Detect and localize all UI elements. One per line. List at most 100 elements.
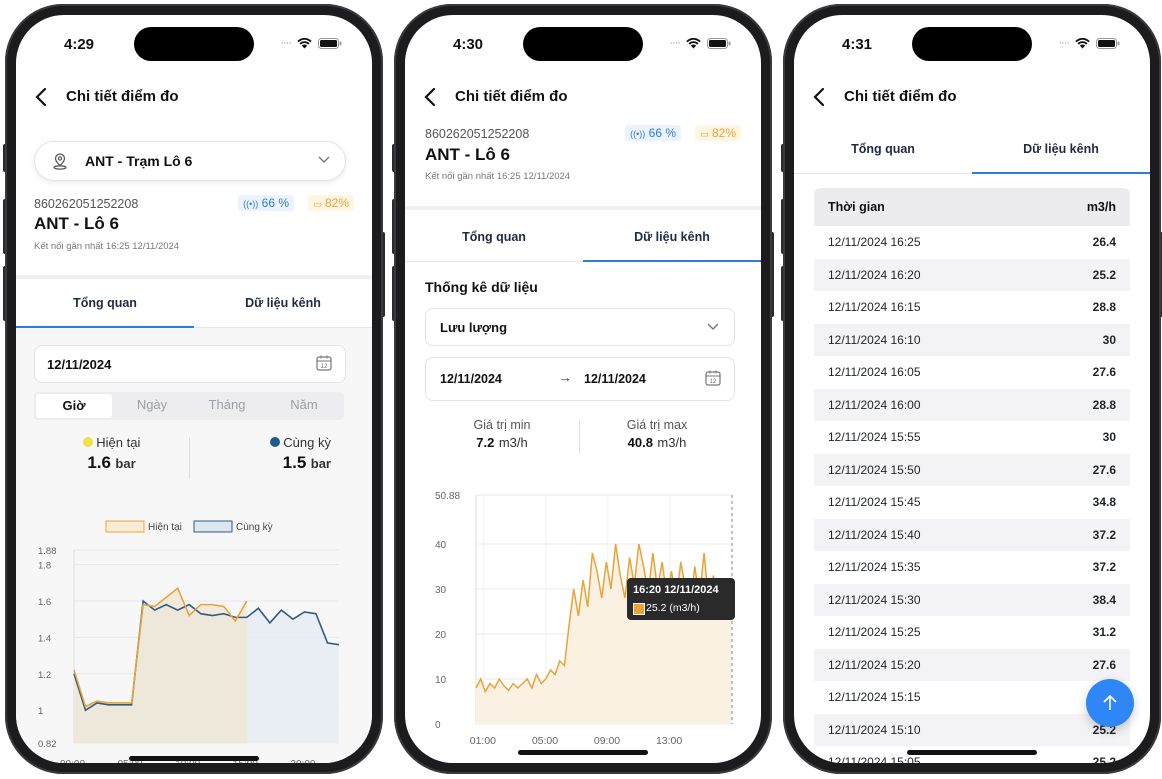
series-area-current xyxy=(74,588,247,743)
row-time: 12/11/2024 15:35 xyxy=(828,560,921,574)
period-hour[interactable]: Giờ xyxy=(36,394,112,418)
current-dot-icon xyxy=(82,437,93,447)
row-time: 12/11/2024 15:05 xyxy=(828,755,921,763)
battery-icon xyxy=(1096,37,1120,49)
table-row: 12/11/2024 16:10 30 xyxy=(814,323,1130,356)
wifi-icon xyxy=(1075,37,1090,48)
tick-label: 01:00 xyxy=(470,735,496,745)
tick-label: 09:00 xyxy=(594,735,620,745)
max-stat: Giá trị max 40.8 m3/h xyxy=(626,418,688,450)
svg-text:12: 12 xyxy=(710,379,717,385)
tab-channel-data[interactable]: Dữ liệu kênh xyxy=(583,213,761,262)
scroll-to-top-button[interactable] xyxy=(1086,679,1134,727)
date-from: 12/11/2024 xyxy=(440,372,502,386)
row-time: 12/11/2024 15:45 xyxy=(828,495,921,509)
back-arrow-icon[interactable] xyxy=(423,87,437,107)
prev-dot-icon xyxy=(269,437,280,447)
legend-swatch-prev xyxy=(193,520,233,533)
location-pin-icon xyxy=(53,153,67,170)
tab-bar: Tổng quan Dữ liệu kênh xyxy=(405,213,761,262)
back-arrow-icon[interactable] xyxy=(812,87,826,107)
table-row: 12/11/2024 15:25 31.2 xyxy=(814,616,1130,649)
section-title: Thống kê dữ liệu xyxy=(425,279,538,295)
clock: 4:29 xyxy=(64,36,95,53)
metric-value: Lưu lượng xyxy=(440,320,508,335)
table-row: 12/11/2024 16:25 26.4 xyxy=(814,226,1130,259)
device-info: 860262051252208 ((•)) 66 % ▭ 82% ANT - L… xyxy=(34,195,354,267)
tab-bar: Tổng quan Dữ liệu kênh xyxy=(16,279,372,328)
table-row: 12/11/2024 15:35 37.2 xyxy=(814,551,1130,584)
period-month[interactable]: Tháng xyxy=(189,397,265,412)
period-day[interactable]: Ngày xyxy=(114,397,190,412)
row-time: 12/11/2024 16:15 xyxy=(828,300,921,314)
row-time: 12/11/2024 15:40 xyxy=(828,527,921,542)
tick-label: 1.2 xyxy=(38,670,51,681)
signal-strength-icon: ((•)) xyxy=(243,199,259,209)
tick-label: 1.4 xyxy=(38,633,51,644)
signal-icon: ···· xyxy=(1058,37,1070,49)
tab-channel-data[interactable]: Dữ liệu kênh xyxy=(972,125,1150,174)
phone-channel-table: 4:31 ···· Chi tiết điểm đo Tổng quan Dữ … xyxy=(781,4,1162,774)
row-time: 12/11/2024 15:20 xyxy=(828,657,921,672)
phone-channel-chart: 4:30 ···· Chi tiết điểm đo 8602620512522… xyxy=(392,4,774,774)
page-title: Chi tiết điểm đo xyxy=(66,88,179,105)
period-year[interactable]: Năm xyxy=(266,397,342,412)
nav-bar: Chi tiết điểm đo xyxy=(16,77,372,117)
row-value: 38.4 xyxy=(1092,592,1116,607)
legend-swatch-current xyxy=(105,520,145,533)
battery-icon xyxy=(318,37,342,49)
row-time: 12/11/2024 15:50 xyxy=(828,462,921,477)
back-arrow-icon[interactable] xyxy=(34,87,48,107)
tab-overview[interactable]: Tổng quan xyxy=(16,279,194,328)
table-row: 12/11/2024 15:55 30 xyxy=(814,421,1130,454)
date-to: 12/11/2024 xyxy=(584,372,646,386)
battery-level-icon: ▭ xyxy=(313,199,322,209)
table-row: 12/11/2024 15:20 27.6 xyxy=(814,648,1130,681)
tab-overview[interactable]: Tổng quan xyxy=(794,125,972,173)
calendar-icon: 12 xyxy=(705,370,721,386)
tick-label: 20:00 xyxy=(290,759,315,763)
pressure-chart: Hiện tại Cùng kỳ 1.88 1.8 1.6 1.4 1.2 1 0.82 00:0… xyxy=(38,520,340,763)
tab-overview[interactable]: Tổng quan xyxy=(405,213,583,261)
row-value: 31.2 xyxy=(1092,625,1116,639)
device-name: ANT - Lô 6 xyxy=(34,214,119,233)
date-range-picker[interactable]: 12/11/2024 → 12/11/2024 12 xyxy=(425,357,735,401)
row-time: 12/11/2024 15:25 xyxy=(828,625,921,639)
min-stat: Giá trị min 7.2 m3/h xyxy=(473,418,531,450)
table-row: 12/11/2024 15:30 38.4 xyxy=(814,583,1130,616)
row-value: 27.6 xyxy=(1092,657,1116,672)
row-value: 28.8 xyxy=(1092,397,1116,412)
wifi-icon xyxy=(686,37,701,48)
row-value: 28.8 xyxy=(1092,300,1116,314)
metric-select[interactable]: Lưu lượng xyxy=(425,308,735,346)
row-time: 12/11/2024 16:20 xyxy=(828,267,921,282)
tick-label: 00:00 xyxy=(60,759,85,763)
tick-label: 1.8 xyxy=(38,561,51,572)
tab-channel-data[interactable]: Dữ liệu kênh xyxy=(194,279,372,327)
station-select[interactable]: ANT - Trạm Lô 6 xyxy=(34,141,346,181)
date-picker[interactable]: 12/11/2024 12 xyxy=(34,345,346,383)
row-time: 12/11/2024 15:55 xyxy=(828,430,921,444)
table-row: 12/11/2024 15:45 34.8 xyxy=(814,486,1130,519)
tick-label: 10 xyxy=(435,675,447,686)
table-header: Thời gian m3/h xyxy=(814,188,1130,226)
status-bar: 4:29 ···· xyxy=(16,15,372,65)
tab-bar: Tổng quan Dữ liệu kênh xyxy=(794,125,1150,174)
clock: 4:31 xyxy=(842,36,873,53)
status-bar: 4:30 ···· xyxy=(405,15,761,65)
chart-tooltip: 16:20 12/11/2024 25.2 (m3/h) xyxy=(627,578,735,620)
row-time: 12/11/2024 15:10 xyxy=(828,722,921,737)
page-title: Chi tiết điểm đo xyxy=(844,88,957,105)
table-row: 12/11/2024 15:50 27.6 xyxy=(814,453,1130,486)
row-time: 12/11/2024 16:25 xyxy=(828,235,921,249)
row-value: 30 xyxy=(1102,332,1116,347)
row-time: 12/11/2024 16:05 xyxy=(828,365,921,379)
tick-label: 20 xyxy=(435,630,447,641)
device-name: ANT - Lô 6 xyxy=(425,145,510,164)
signal-icon: ···· xyxy=(669,37,681,49)
row-value: 34.8 xyxy=(1092,495,1116,509)
tick-label: 13:00 xyxy=(656,735,682,745)
row-time: 12/11/2024 15:15 xyxy=(828,690,921,704)
battery-badge: ▭ 82% xyxy=(695,125,741,141)
tick-label: 50.88 xyxy=(435,491,460,502)
